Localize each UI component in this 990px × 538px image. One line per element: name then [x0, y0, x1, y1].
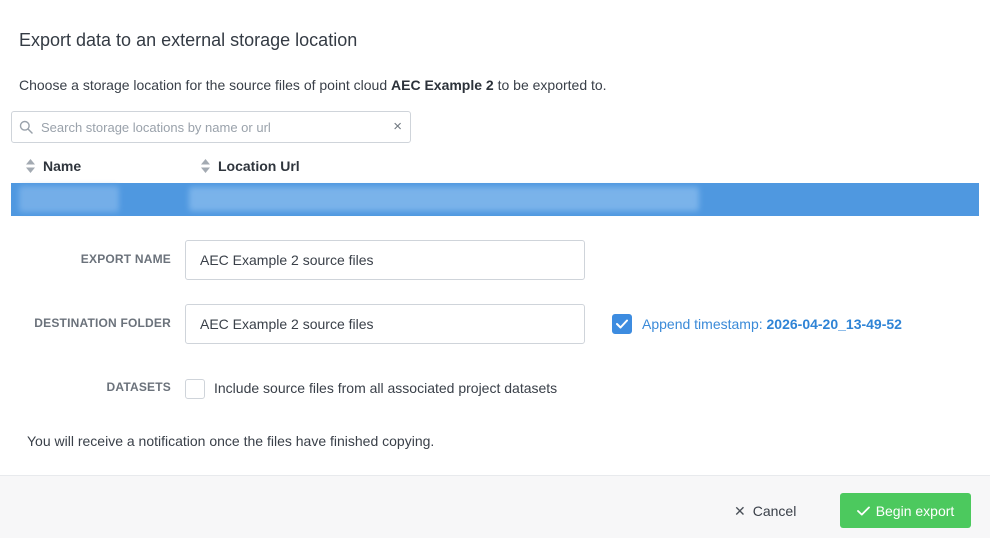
clear-search-icon[interactable]: × — [393, 118, 402, 136]
search-box: × — [11, 111, 411, 143]
search-icon — [19, 120, 33, 134]
dialog-title: Export data to an external storage locat… — [19, 30, 358, 50]
description-suffix: to be exported to. — [493, 77, 607, 93]
checkmark-icon — [616, 319, 628, 329]
append-timestamp-checkbox[interactable] — [612, 314, 632, 334]
check-icon — [856, 505, 870, 516]
description-prefix: Choose a storage location for the source… — [19, 77, 391, 93]
redacted-location-url — [189, 187, 699, 211]
column-header-label: Location Url — [218, 158, 300, 174]
export-name-input[interactable] — [185, 240, 585, 280]
sort-icon — [201, 159, 210, 173]
export-name-label: EXPORT NAME — [80, 252, 171, 266]
begin-export-label: Begin export — [875, 502, 955, 519]
point-cloud-name: AEC Example 2 — [391, 77, 494, 93]
sort-icon — [26, 159, 35, 173]
begin-export-button[interactable]: Begin export — [840, 493, 971, 528]
timestamp-value: 2026-04-20_13-49-52 — [766, 316, 902, 332]
notification-notice: You will receive a notification once the… — [27, 433, 435, 449]
column-header-name[interactable]: Name — [26, 158, 81, 174]
destination-folder-label: DESTINATION FOLDER — [34, 316, 171, 330]
dialog-footer: ✕ Cancel Begin export — [0, 475, 990, 538]
redacted-location-name — [19, 186, 119, 212]
datasets-label: DATASETS — [106, 380, 171, 394]
append-timestamp-text: Append timestamp: — [642, 316, 767, 332]
dialog-description: Choose a storage location for the source… — [19, 77, 607, 93]
close-icon: ✕ — [734, 502, 746, 519]
column-header-label: Name — [43, 158, 82, 174]
cancel-label: Cancel — [752, 503, 797, 519]
append-timestamp-label[interactable]: Append timestamp: 2026-04-20_13-49-52 — [642, 316, 902, 332]
search-input[interactable] — [41, 116, 381, 138]
include-datasets-checkbox[interactable] — [185, 379, 205, 399]
column-header-location-url[interactable]: Location Url — [201, 158, 300, 174]
cancel-button[interactable]: ✕ Cancel — [734, 500, 796, 522]
destination-folder-input[interactable] — [185, 304, 585, 344]
table-row-selected[interactable] — [11, 183, 979, 216]
include-datasets-label[interactable]: Include source files from all associated… — [214, 380, 557, 396]
